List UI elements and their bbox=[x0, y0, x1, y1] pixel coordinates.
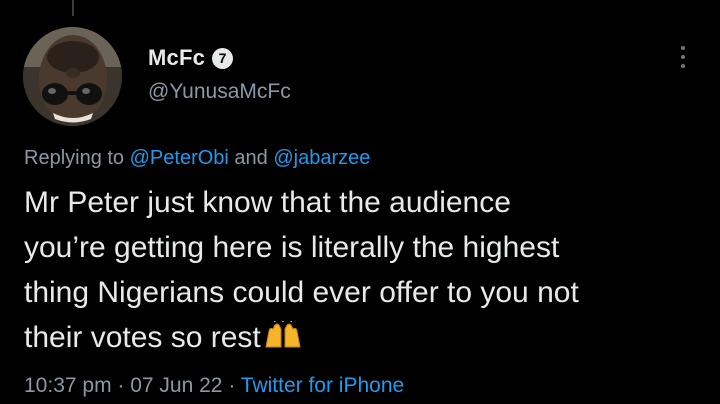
mention-jabarzee[interactable]: @jabarzee bbox=[273, 147, 370, 169]
mention-peterobi[interactable]: @PeterObi bbox=[130, 147, 229, 169]
tweet-date[interactable]: 07 Jun 22 bbox=[130, 374, 222, 397]
user-handle[interactable]: @YunusaMcFc bbox=[148, 80, 291, 104]
raising-hands-emoji-icon bbox=[263, 318, 303, 364]
name-row: McFc 7 bbox=[148, 44, 291, 72]
thread-line bbox=[72, 0, 74, 16]
tweet-text: Mr Peter just know that the audience you… bbox=[24, 180, 704, 364]
avatar[interactable] bbox=[23, 27, 122, 126]
avatar-image bbox=[23, 27, 122, 126]
tweet-source[interactable]: Twitter for iPhone bbox=[241, 374, 404, 397]
replying-to: Replying to @PeterObi and @jabarzee bbox=[24, 147, 370, 170]
more-dot bbox=[681, 55, 685, 59]
replying-prefix: Replying to bbox=[24, 147, 130, 169]
meta-separator: · bbox=[111, 374, 131, 397]
more-dot bbox=[681, 46, 685, 50]
meta-separator: · bbox=[222, 374, 241, 397]
badge-icon: 7 bbox=[212, 47, 234, 69]
replying-conjunction: and bbox=[228, 147, 274, 169]
tweet-meta: 10:37 pm · 07 Jun 22 · Twitter for iPhon… bbox=[24, 374, 404, 398]
tweet-detail: McFc 7 @YunusaMcFc Replying to @PeterObi… bbox=[0, 0, 720, 404]
tweet-header: McFc 7 @YunusaMcFc bbox=[148, 44, 291, 104]
more-dot bbox=[681, 64, 685, 68]
tweet-time[interactable]: 10:37 pm bbox=[24, 374, 112, 397]
display-name[interactable]: McFc bbox=[148, 45, 205, 71]
more-vertical-icon[interactable] bbox=[672, 42, 694, 72]
